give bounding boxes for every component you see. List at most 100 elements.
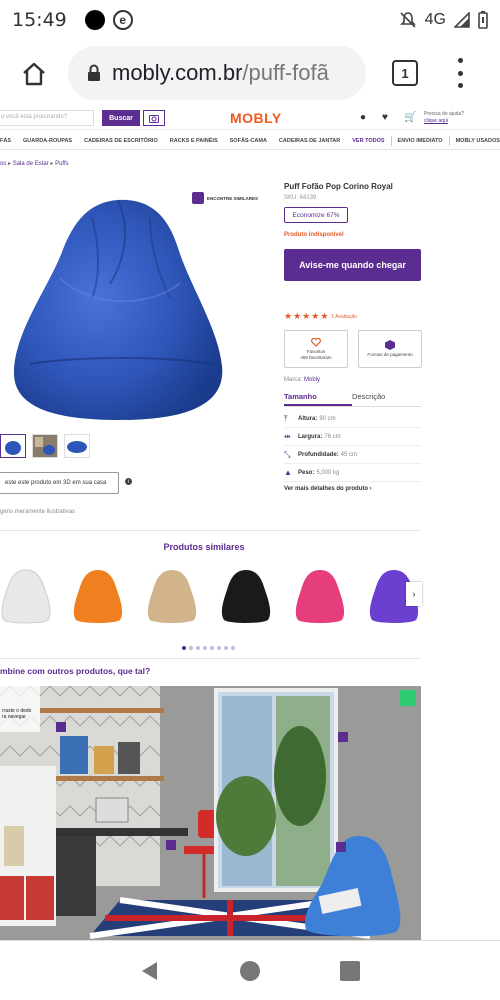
similar-product-item[interactable] <box>144 564 200 626</box>
spec-row: ⤡ Profundidade: 45 cm <box>284 446 421 464</box>
browser-toolbar: mobly.com.br/puff-fofã 1 <box>0 40 500 108</box>
spec-row: ⇹ Largura: 76 cm <box>284 428 421 446</box>
box-icon <box>385 340 395 351</box>
carousel-dot[interactable] <box>182 646 186 650</box>
divider <box>0 658 421 659</box>
brand-link[interactable]: Mobly <box>304 377 320 383</box>
discount-badge: Economize 67% <box>284 207 348 223</box>
recents-button[interactable] <box>339 960 361 982</box>
android-nav-bar <box>0 940 500 1000</box>
breadcrumb-item[interactable]: Sala de Estar <box>13 161 49 167</box>
brand-line: Marca: Mobly <box>284 377 320 383</box>
more-details-link[interactable]: Ver mais detalhes do produto › <box>284 486 372 492</box>
home-nav-button[interactable] <box>239 960 261 982</box>
tab-switcher-button[interactable]: 1 <box>392 60 418 86</box>
star-icon: ★ <box>302 311 311 321</box>
carousel-dot[interactable] <box>231 646 235 650</box>
nav-item-sofas-cama[interactable]: SOFÁS-CAMA <box>230 138 267 144</box>
product-image[interactable] <box>0 188 240 428</box>
thumbnail[interactable] <box>64 434 90 458</box>
spec-key: Peso: <box>298 469 315 476</box>
site-header: o você está procurando? Buscar MOBLY ● ♥… <box>0 108 500 130</box>
account-icon[interactable]: ● <box>360 112 366 123</box>
home-icon <box>23 62 45 86</box>
star-icon: ★ <box>293 311 302 321</box>
browser-menu-button[interactable] <box>450 58 470 88</box>
depth-icon: ⤡ <box>284 450 291 459</box>
spec-value: 5,000 kg <box>316 469 340 476</box>
favorites-count: 459 favoritaram <box>300 354 332 360</box>
camera-search-button[interactable] <box>143 110 165 126</box>
battery-icon <box>478 11 488 29</box>
carousel-dots <box>182 646 235 650</box>
nav-item-mobly-usados[interactable]: MOBLY USADOS <box>456 138 500 144</box>
info-icon[interactable]: i <box>125 478 132 485</box>
nav-item-envio-imediato[interactable]: ENVIO IMEDIATO <box>398 138 443 144</box>
star-icon: ★ <box>284 311 293 321</box>
spec-row: ⤒ Altura: 90 cm <box>284 410 421 428</box>
thumbnail[interactable] <box>0 434 26 458</box>
nav-item-sofas[interactable]: FÁS <box>0 138 11 144</box>
view-in-3d-button[interactable]: este este produto em 3D em sua casa <box>0 472 119 494</box>
nav-item-cadeiras-escritorio[interactable]: CADEIRAS DE ESCRITÓRIO <box>84 138 158 144</box>
product-sku: SKU: 64139 <box>284 195 317 201</box>
rating-count: 1 Avaliação <box>331 313 357 320</box>
similar-product-item[interactable] <box>218 564 274 626</box>
nav-item-cadeiras-jantar[interactable]: CADEIRAS DE JANTAR <box>279 138 340 144</box>
network-type: 4G <box>424 11 446 28</box>
tab-tamanho[interactable]: Tamanho <box>284 391 352 406</box>
nav-item-guarda-roupas[interactable]: GUARDA-ROUPAS <box>23 138 72 144</box>
address-bar[interactable]: mobly.com.br/puff-fofã <box>68 46 366 100</box>
find-similar-button[interactable]: ENCONTRE SIMILARES <box>192 192 258 204</box>
rating[interactable]: ★ ★ ★ ★ ★ 1 Avaliação <box>284 312 357 321</box>
carousel-next-button[interactable]: › <box>406 582 422 606</box>
carousel-dot[interactable] <box>189 646 193 650</box>
height-icon: ⤒ <box>284 414 288 423</box>
search-input[interactable]: o você está procurando? <box>0 110 94 126</box>
help-link[interactable]: Precisa de ajuda? clique aqui <box>424 111 464 125</box>
breadcrumb-item[interactable]: os <box>0 161 6 167</box>
spec-row: ▲ Peso: 5,000 kg <box>284 464 421 482</box>
star-icon: ★ <box>311 311 320 321</box>
nav-item-ver-todos[interactable]: VER TODOS <box>352 138 384 144</box>
find-similar-icon <box>192 192 204 204</box>
spec-key: Altura: <box>298 415 318 422</box>
site-logo[interactable]: MOBLY <box>230 110 282 126</box>
room-scene-image[interactable] <box>0 686 421 940</box>
back-button[interactable] <box>139 960 161 982</box>
carousel-dot[interactable] <box>203 646 207 650</box>
status-bar: 15:49 e 4G <box>0 0 500 40</box>
notify-me-button[interactable]: Avise-me quando chegar <box>284 249 421 281</box>
carousel-dot[interactable] <box>224 646 228 650</box>
notification-dot-icon <box>84 10 105 30</box>
home-button[interactable] <box>16 56 52 92</box>
combine-products-title: mbine com outros produtos, que tal? <box>0 666 151 676</box>
app-notification-icon: e <box>112 10 133 30</box>
tab-descricao[interactable]: Descrição <box>352 391 420 406</box>
heart-icon <box>311 338 321 347</box>
help-click-here: clique aqui <box>424 118 448 124</box>
carousel-dot[interactable] <box>217 646 221 650</box>
thumbnail[interactable] <box>32 434 58 458</box>
image-disclaimer: gens meramente ilustrativas <box>0 509 76 515</box>
similar-product-item[interactable] <box>0 564 54 626</box>
carousel-dot[interactable] <box>210 646 214 650</box>
product-title: Puff Fofão Pop Corino Royal <box>284 182 393 191</box>
url-host: mobly.com.br <box>112 60 243 85</box>
thumbnail-strip <box>0 434 90 458</box>
search-button[interactable]: Buscar <box>102 110 140 126</box>
similar-product-item[interactable] <box>292 564 348 626</box>
nav-item-racks[interactable]: RACKS E PAINÉIS <box>170 138 218 144</box>
carousel-dot[interactable] <box>196 646 200 650</box>
chevron-right-icon: › <box>412 589 416 599</box>
cart-icon[interactable]: 🛒 <box>404 112 416 123</box>
lock-icon <box>88 64 100 81</box>
breadcrumb-item[interactable]: Puffs <box>55 161 69 167</box>
help-label: Precisa de ajuda? <box>424 111 465 117</box>
payment-options-button[interactable]: Formas de pagamento <box>358 330 422 368</box>
availability-status: Produto indisponível <box>284 232 344 238</box>
favorites-button[interactable]: Favoritos 459 favoritaram <box>284 330 348 368</box>
similar-products-title: Produtos similares <box>163 542 245 552</box>
wishlist-heart-icon[interactable]: ♥ <box>382 112 388 123</box>
similar-product-item[interactable] <box>70 564 126 626</box>
